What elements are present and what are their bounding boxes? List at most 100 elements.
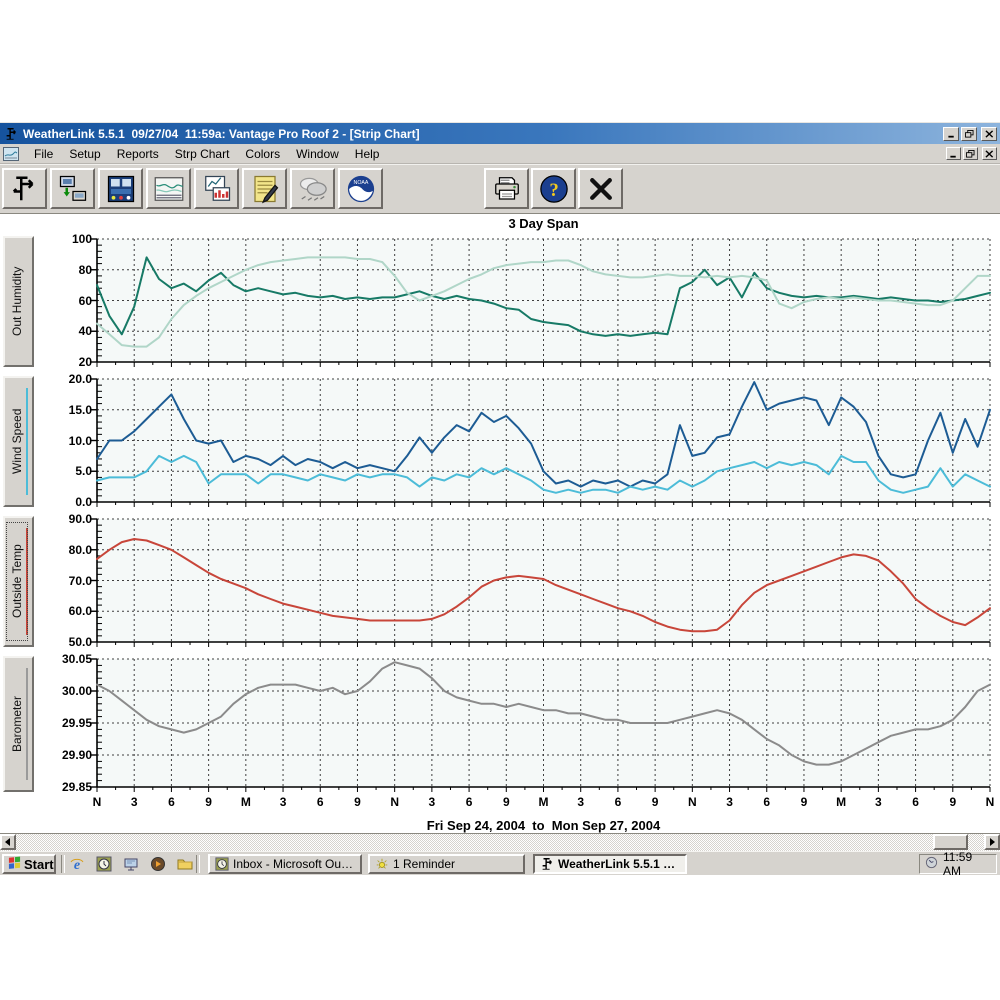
quick-launch-folder-icon[interactable] xyxy=(176,855,194,873)
x-tick-label: 9 xyxy=(642,795,668,809)
taskbar-button-label: 1 Reminder xyxy=(393,857,455,871)
weatherlink-icon xyxy=(540,857,554,871)
menu-reports[interactable]: Reports xyxy=(109,146,167,162)
y-tick-label: 70.0 xyxy=(40,573,92,589)
y-tick-label: 20 xyxy=(40,354,92,370)
quick-launch-outlook-launch-icon[interactable] xyxy=(95,855,113,873)
child-window-restore-button[interactable] xyxy=(963,147,978,160)
x-tick-label: 3 xyxy=(419,795,445,809)
svg-text:?: ? xyxy=(549,179,558,200)
y-tick-label: 15.0 xyxy=(40,402,92,418)
x-tick-label: 3 xyxy=(568,795,594,809)
outlook-icon xyxy=(215,857,229,871)
weather-button[interactable] xyxy=(290,168,335,209)
pane-label-out-humidity[interactable]: Out Humidity xyxy=(3,236,34,367)
help-button[interactable]: ? xyxy=(531,168,576,209)
plot-barometer xyxy=(97,659,990,793)
plot-icon xyxy=(201,174,233,204)
svg-text:NOAA: NOAA xyxy=(353,180,368,186)
scroll-right-arrow[interactable] xyxy=(984,834,1000,850)
print-button[interactable] xyxy=(484,168,529,209)
quick-launch-desktop-icon[interactable] xyxy=(122,855,140,873)
station-button[interactable] xyxy=(2,168,47,209)
weather-station-icon xyxy=(9,174,41,204)
taskbar-button-label: WeatherLink 5.5.1 09... xyxy=(558,857,680,871)
strip-chart-icon xyxy=(153,174,185,204)
taskbar-button-outlook[interactable]: Inbox - Microsoft Outlook xyxy=(208,854,362,874)
window-minimize-button[interactable] xyxy=(943,127,959,141)
strip-chart-window-icon[interactable] xyxy=(3,146,20,161)
taskbar: Start 11:59 AM eInbox - Microsoft Outloo… xyxy=(0,851,1000,875)
x-tick-label: 9 xyxy=(344,795,370,809)
menu-strp-chart[interactable]: Strp Chart xyxy=(167,146,238,162)
download-button[interactable] xyxy=(50,168,95,209)
scroll-left-arrow[interactable] xyxy=(0,834,16,850)
x-tick-label: 6 xyxy=(754,795,780,809)
pane-label-wind-speed[interactable]: Wind Speed xyxy=(3,376,34,507)
exit-button[interactable] xyxy=(578,168,623,209)
x-tick-label: 3 xyxy=(121,795,147,809)
report-icon xyxy=(249,174,281,204)
pane-label-selection xyxy=(6,522,28,641)
child-window-minimize-button[interactable] xyxy=(946,147,961,160)
window-restore-button[interactable] xyxy=(961,127,977,141)
noaa-button[interactable]: NOAA xyxy=(338,168,383,209)
strip-chart-button[interactable] xyxy=(146,168,191,209)
x-tick-label: M xyxy=(531,795,557,809)
window-title: WeatherLink 5.5.1 09/27/04 11:59a: Vanta… xyxy=(23,127,943,141)
pane-label-barometer[interactable]: Barometer xyxy=(3,656,34,792)
menu-file[interactable]: File xyxy=(26,146,61,162)
y-tick-label: 60 xyxy=(40,293,92,309)
clouds-icon xyxy=(297,174,329,204)
y-tick-label: 30.05 xyxy=(40,651,92,667)
download-icon xyxy=(57,174,89,204)
y-tick-label: 80.0 xyxy=(40,542,92,558)
horizontal-scrollbar[interactable] xyxy=(0,833,1000,851)
menu-help[interactable]: Help xyxy=(347,146,388,162)
taskbar-button-reminder[interactable]: 1 Reminder xyxy=(368,854,525,874)
quick-launch-ie-icon[interactable]: e xyxy=(68,855,86,873)
y-tick-label: 90.0 xyxy=(40,511,92,527)
y-tick-label: 50.0 xyxy=(40,634,92,650)
title-bar: WeatherLink 5.5.1 09/27/04 11:59a: Vanta… xyxy=(0,123,1000,144)
taskbar-button-weatherlink[interactable]: WeatherLink 5.5.1 09... xyxy=(533,854,687,874)
y-tick-label: 29.85 xyxy=(40,779,92,795)
pane-label-outside-temp[interactable]: Outside Temp xyxy=(3,516,34,647)
plot-button[interactable] xyxy=(194,168,239,209)
y-tick-label: 0.0 xyxy=(40,494,92,510)
report-button[interactable] xyxy=(242,168,287,209)
window-close-button[interactable] xyxy=(981,127,997,141)
bulletin-button[interactable] xyxy=(98,168,143,209)
menu-colors[interactable]: Colors xyxy=(237,146,288,162)
start-button[interactable]: Start xyxy=(2,854,56,874)
y-tick-label: 20.0 xyxy=(40,371,92,387)
x-tick-label: N xyxy=(977,795,1000,809)
menu-setup[interactable]: Setup xyxy=(61,146,108,162)
x-tick-label: N xyxy=(382,795,408,809)
x-tick-label: 9 xyxy=(196,795,222,809)
y-tick-label: 10.0 xyxy=(40,433,92,449)
x-tick-label: 9 xyxy=(791,795,817,809)
child-window-close-button[interactable] xyxy=(982,147,997,160)
plot-wind-speed xyxy=(97,379,990,508)
scrollbar-thumb[interactable] xyxy=(933,834,968,850)
menu-window[interactable]: Window xyxy=(288,146,347,162)
svg-text:e: e xyxy=(74,858,80,872)
strip-chart-area: 3 Day Span Fri Sep 24, 2004 to Mon Sep 2… xyxy=(0,214,1000,833)
x-tick-label: 9 xyxy=(493,795,519,809)
x-tick-label: 6 xyxy=(605,795,631,809)
x-tick-label: M xyxy=(233,795,259,809)
y-tick-label: 80 xyxy=(40,262,92,278)
windows-logo-icon xyxy=(8,856,21,872)
taskbar-button-label: Inbox - Microsoft Outlook xyxy=(233,857,355,871)
y-tick-label: 40 xyxy=(40,323,92,339)
x-tick-label: 6 xyxy=(456,795,482,809)
y-tick-label: 29.90 xyxy=(40,747,92,763)
toolbar: NOAA? xyxy=(0,164,1000,214)
exit-icon xyxy=(585,174,617,204)
x-tick-label: 3 xyxy=(270,795,296,809)
pane-label-text: Barometer xyxy=(9,658,25,790)
y-tick-label: 5.0 xyxy=(40,463,92,479)
quick-launch-player-icon[interactable] xyxy=(149,855,167,873)
tray-gauge-icon[interactable] xyxy=(925,856,938,872)
